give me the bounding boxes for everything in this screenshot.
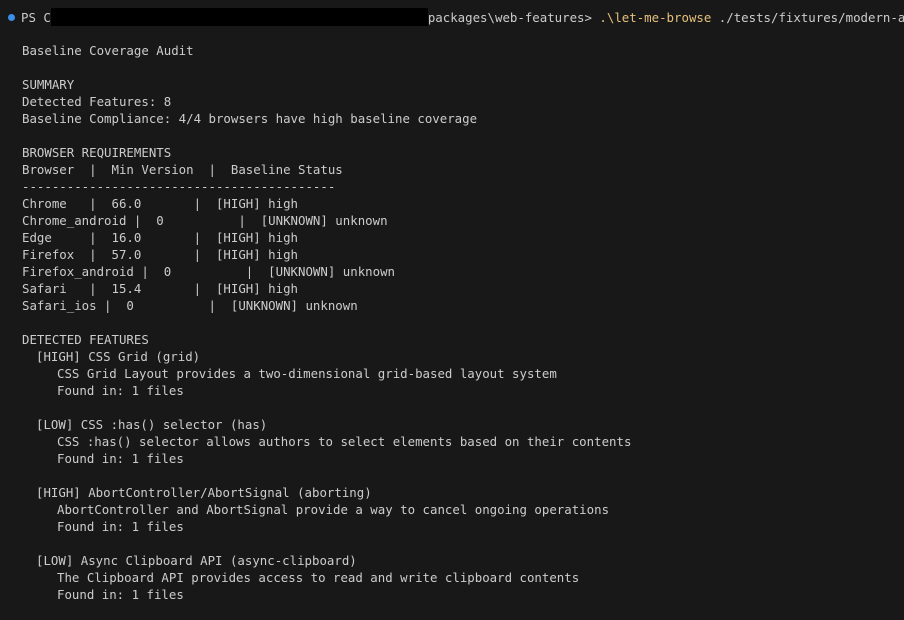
summary-detected: Detected Features: 8	[22, 94, 172, 109]
feature-found-aborting: Found in: 1 files	[57, 519, 184, 534]
feature-found-has: Found in: 1 files	[57, 451, 184, 466]
feature-title-async-clipboard: [LOW] Async Clipboard API (async-clipboa…	[36, 553, 357, 568]
feature-title-aborting: [HIGH] AbortController/AbortSignal (abor…	[36, 485, 372, 500]
command-argument: ./tests/fixtures/modern-app	[711, 10, 904, 25]
summary-compliance: Baseline Compliance: 4/4 browsers have h…	[22, 111, 478, 126]
requirement-row-edge: Edge | 16.0 | [HIGH] high	[22, 230, 299, 245]
feature-title-has: [LOW] CSS :has() selector (has)	[36, 417, 268, 432]
feature-found-grid: Found in: 1 files	[57, 383, 184, 398]
requirement-row-chrome: Chrome | 66.0 | [HIGH] high	[22, 196, 299, 211]
feature-description-has: CSS :has() selector allows authors to se…	[57, 434, 632, 449]
feature-found-async-clipboard: Found in: 1 files	[57, 587, 184, 602]
prompt-line: PS C packages\web-features> .\let-me-brow…	[8, 8, 904, 26]
feature-title-grid: [HIGH] CSS Grid (grid)	[36, 349, 201, 364]
requirement-row-firefox: Firefox | 57.0 | [HIGH] high	[22, 247, 299, 262]
requirement-row-safari: Safari | 15.4 | [HIGH] high	[22, 281, 299, 296]
terminal-output[interactable]: PS C packages\web-features> .\let-me-brow…	[0, 0, 904, 620]
command-status-dot-icon[interactable]	[8, 14, 15, 21]
requirements-divider: ----------------------------------------…	[22, 179, 336, 194]
requirement-row-chrome-android: Chrome_android | 0 | [UNKNOWN] unknown	[22, 213, 388, 228]
prompt-ps: PS C	[21, 10, 51, 25]
report-title: Baseline Coverage Audit	[22, 43, 194, 58]
features-heading: DETECTED FEATURES	[22, 332, 149, 347]
redacted-path-block	[50, 8, 428, 26]
feature-description-aborting: AbortController and AbortSignal provide …	[57, 502, 610, 517]
requirements-header: Browser | Min Version | Baseline Status	[22, 162, 343, 177]
requirement-row-safari-ios: Safari_ios | 0 | [UNKNOWN] unknown	[22, 298, 358, 313]
command-name: .\let-me-browse	[599, 10, 712, 25]
summary-heading: SUMMARY	[22, 77, 75, 92]
feature-description-async-clipboard: The Clipboard API provides access to rea…	[57, 570, 580, 585]
requirements-heading: BROWSER REQUIREMENTS	[22, 145, 172, 160]
feature-description-grid: CSS Grid Layout provides a two-dimension…	[57, 366, 557, 381]
prompt-path-tail: packages\web-features>	[427, 10, 600, 25]
requirement-row-firefox-android: Firefox_android | 0 | [UNKNOWN] unknown	[22, 264, 395, 279]
